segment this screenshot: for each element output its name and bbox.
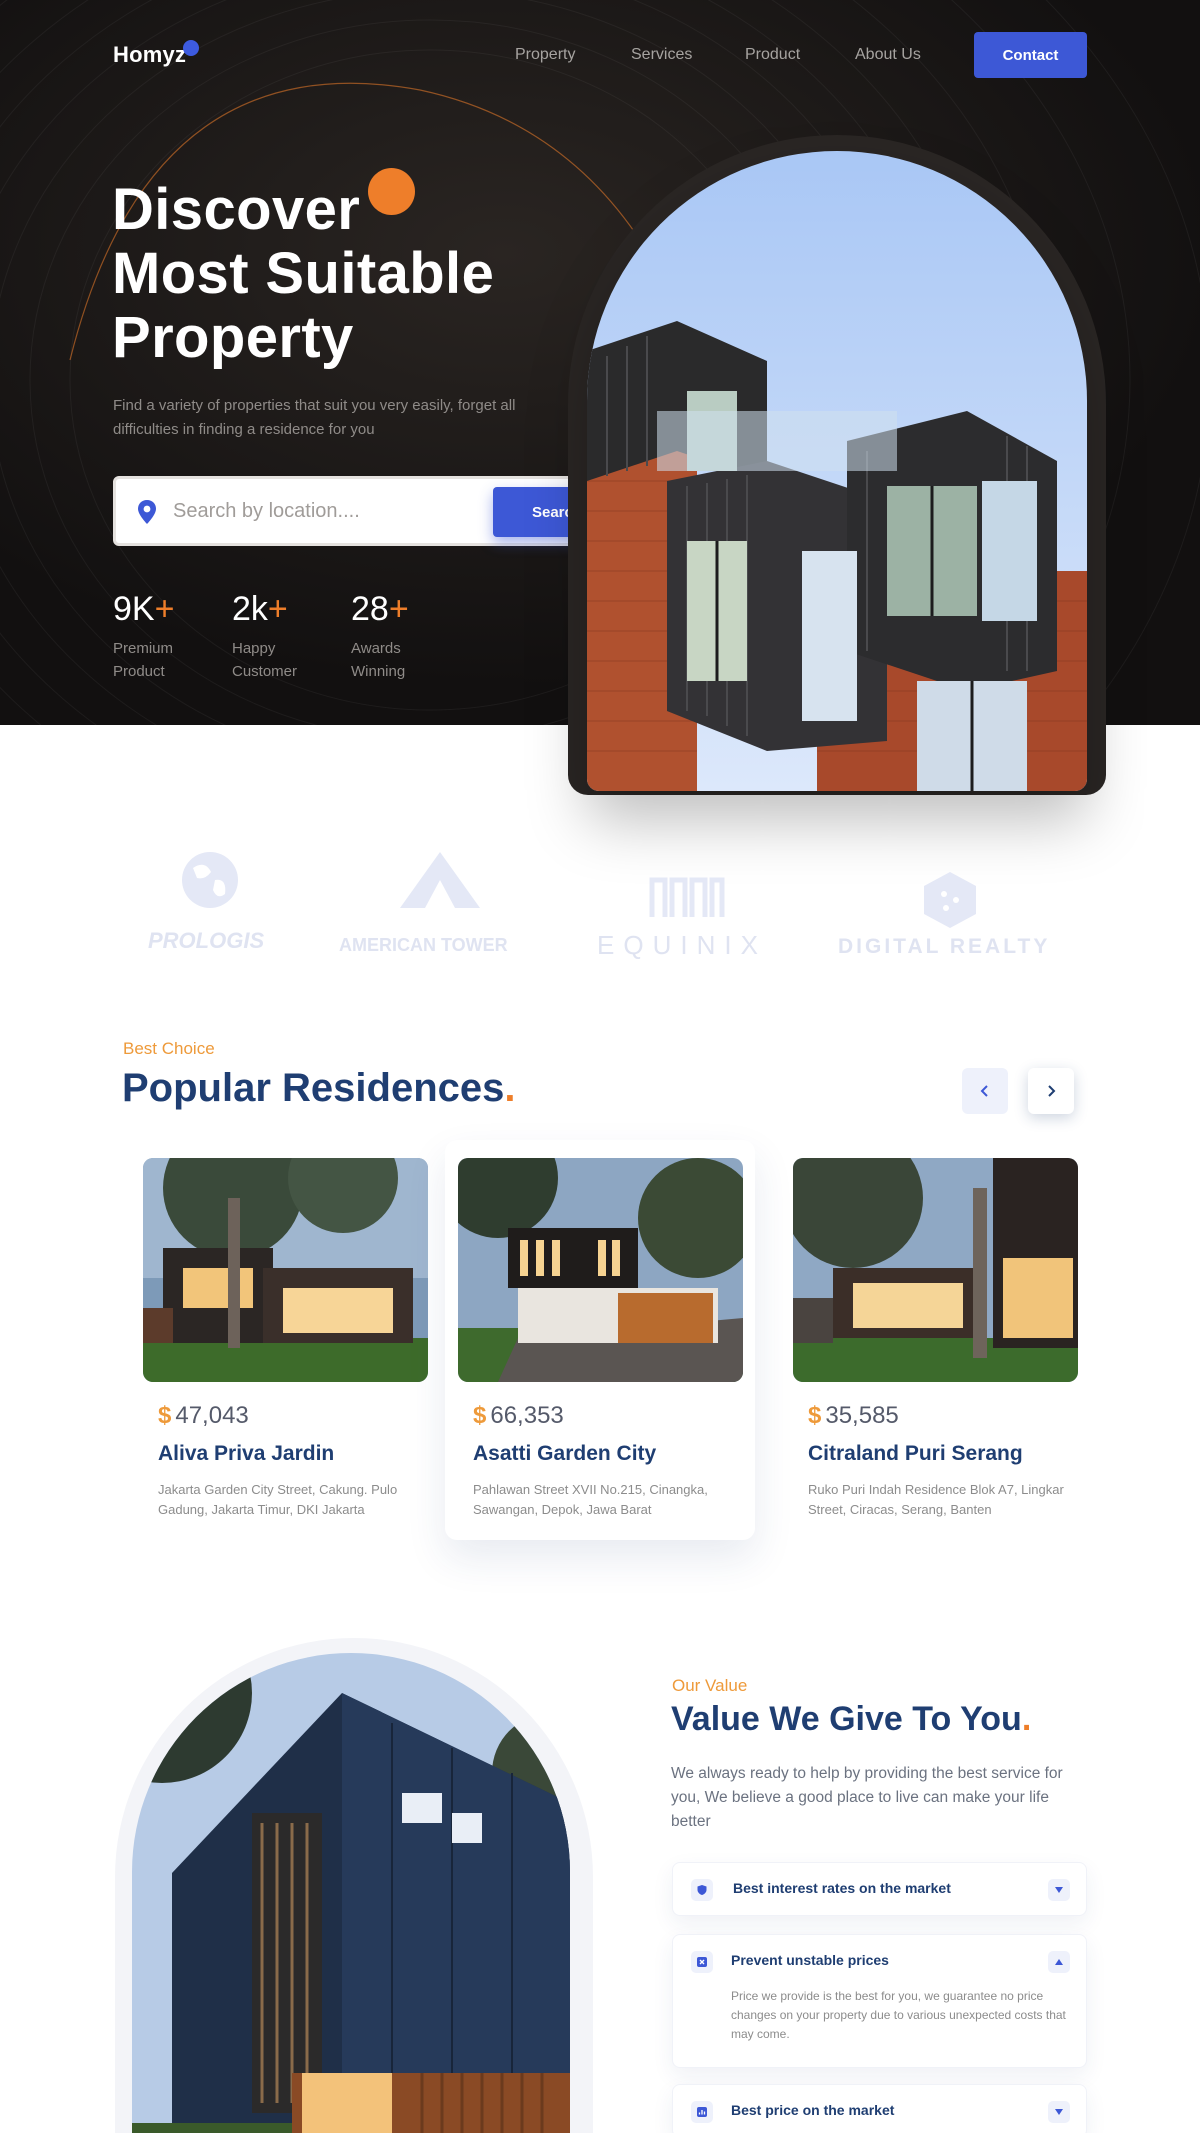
residence-image bbox=[793, 1158, 1078, 1382]
accordion-header[interactable]: Prevent unstable prices bbox=[673, 1935, 1086, 1987]
price-value: 35,585 bbox=[825, 1402, 899, 1429]
stat-value: 9K bbox=[113, 590, 155, 628]
stat-plus: + bbox=[267, 590, 288, 628]
partner-logos: PROLOGIS AMERICAN TOWER EQUINIX DIGITAL … bbox=[0, 850, 1200, 970]
nav-link-about-us[interactable]: About Us bbox=[855, 46, 921, 64]
cancel-box-icon bbox=[691, 1951, 713, 1973]
logo-text: PROLOGIS bbox=[148, 928, 265, 953]
globe-icon bbox=[182, 852, 238, 908]
stat-premium-product: 9K+ Premium Product bbox=[113, 590, 193, 683]
accordion-title: Prevent unstable prices bbox=[731, 1952, 889, 1968]
logo-text: EQUINIX bbox=[597, 930, 767, 960]
accordion-header[interactable]: Best interest rates on the market bbox=[673, 1863, 1086, 1915]
residence-image bbox=[458, 1158, 743, 1382]
accordion-header[interactable]: Best price on the market bbox=[673, 2085, 1086, 2133]
residence-name: Citraland Puri Serang bbox=[808, 1442, 1023, 1465]
residences-eyebrow: Best Choice bbox=[123, 1039, 215, 1058]
value-description: We always ready to help by providing the… bbox=[671, 1765, 1063, 1830]
carousel-next-button[interactable] bbox=[1028, 1068, 1074, 1114]
hero-title: Discover Most Suitable Property bbox=[112, 178, 494, 370]
price-value: 66,353 bbox=[490, 1402, 564, 1429]
hero-title-line-1: Discover bbox=[112, 177, 361, 242]
tower-icon bbox=[400, 852, 480, 908]
residence-address: Jakarta Garden City Street, Cakung. Pulo… bbox=[158, 1482, 398, 1517]
brand-logo-dot bbox=[183, 40, 199, 56]
chevron-right-icon bbox=[1048, 1085, 1056, 1097]
residence-image bbox=[143, 1158, 428, 1382]
value-title-text: Value We Give To You bbox=[671, 1700, 1022, 1738]
stat-awards-winning: 28+ Awards Winning bbox=[351, 590, 421, 683]
accordion-item[interactable]: Best price on the market bbox=[672, 2084, 1087, 2133]
residence-card[interactable]: $66,353 Asatti Garden City Pahlawan Stre… bbox=[445, 1140, 755, 1540]
stat-label: Awards Winning bbox=[351, 640, 406, 680]
location-pin-icon bbox=[138, 500, 156, 524]
title-dot: . bbox=[504, 1066, 516, 1110]
shield-icon bbox=[691, 1879, 713, 1901]
residences-title: Popular Residences. bbox=[122, 1066, 516, 1111]
analytics-icon bbox=[691, 2101, 713, 2123]
logo-text: DIGITAL REALTY bbox=[838, 935, 1051, 958]
hero-title-line-3: Property bbox=[112, 305, 354, 370]
equinix-icon bbox=[649, 877, 725, 917]
accordion-title: Best interest rates on the market bbox=[733, 1880, 951, 1896]
currency-symbol: $ bbox=[473, 1402, 487, 1429]
nav-link-services[interactable]: Services bbox=[631, 46, 692, 64]
residence-card[interactable]: $35,585 Citraland Puri Serang Ruko Puri … bbox=[780, 1140, 1090, 1540]
stat-value: 2k bbox=[232, 590, 268, 628]
accordion-title: Best price on the market bbox=[731, 2102, 895, 2118]
stat-plus: + bbox=[388, 590, 409, 628]
value-title: Value We Give To You. bbox=[671, 1700, 1031, 1739]
price-value: 47,043 bbox=[175, 1402, 249, 1429]
residence-name: Aliva Priva Jardin bbox=[158, 1442, 335, 1465]
logo-text: AMERICAN TOWER bbox=[339, 935, 508, 955]
caret-up-icon[interactable] bbox=[1048, 1951, 1070, 1973]
residence-price: $66,353 bbox=[473, 1402, 735, 1430]
residence-price: $35,585 bbox=[808, 1402, 1070, 1430]
brand-logo[interactable]: Homyz bbox=[113, 42, 186, 68]
accordion-body: Price we provide is the best for you, we… bbox=[731, 1989, 1066, 2041]
stat-happy-customer: 2k+ Happy Customer bbox=[232, 590, 312, 683]
contact-button[interactable]: Contact bbox=[974, 32, 1087, 78]
chevron-left-icon bbox=[980, 1085, 988, 1097]
accordion-item[interactable]: Best interest rates on the market bbox=[672, 1862, 1087, 1916]
value-building-image bbox=[132, 1653, 570, 2133]
hero-subtitle: Find a variety of properties that suit y… bbox=[113, 397, 516, 438]
accordion-item-expanded[interactable]: Prevent unstable prices Price we provide… bbox=[672, 1934, 1087, 2068]
caret-down-icon[interactable] bbox=[1048, 1879, 1070, 1901]
stat-plus: + bbox=[154, 590, 175, 628]
caret-down-icon[interactable] bbox=[1048, 2101, 1070, 2123]
currency-symbol: $ bbox=[808, 1402, 822, 1429]
residence-address: Ruko Puri Indah Residence Blok A7, Lingk… bbox=[808, 1482, 1064, 1517]
residence-name: Asatti Garden City bbox=[473, 1442, 657, 1465]
carousel-prev-button[interactable] bbox=[962, 1068, 1008, 1114]
residence-price: $47,043 bbox=[158, 1402, 420, 1430]
currency-symbol: $ bbox=[158, 1402, 172, 1429]
hero-building-image bbox=[587, 151, 1087, 791]
hexagon-icon bbox=[924, 872, 976, 928]
title-dot: . bbox=[1021, 1700, 1032, 1738]
residence-address: Pahlawan Street XVII No.215, Cinangka, S… bbox=[473, 1482, 708, 1517]
residences-title-text: Popular Residences bbox=[122, 1066, 505, 1110]
stat-value: 28 bbox=[351, 590, 389, 628]
residence-card[interactable]: $47,043 Aliva Priva Jardin Jakarta Garde… bbox=[130, 1140, 440, 1540]
nav-link-property[interactable]: Property bbox=[515, 46, 575, 64]
hero-title-line-2: Most Suitable bbox=[112, 241, 495, 306]
stat-label: Premium Product bbox=[113, 640, 174, 680]
search-input[interactable] bbox=[173, 493, 473, 529]
search-bar: Search bbox=[113, 476, 628, 546]
value-eyebrow: Our Value bbox=[672, 1676, 748, 1695]
stat-label: Happy Customer bbox=[232, 640, 298, 680]
nav-link-product[interactable]: Product bbox=[745, 46, 800, 64]
